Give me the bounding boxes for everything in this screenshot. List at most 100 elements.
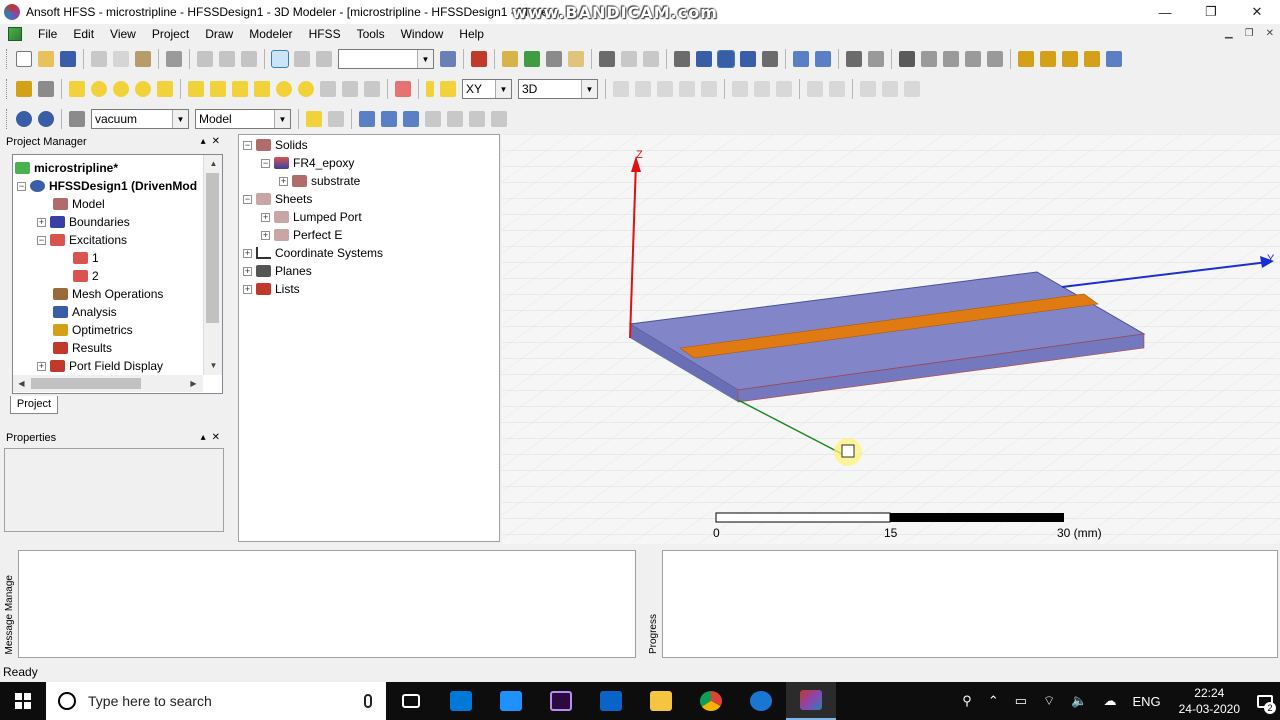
- message-manager-tab[interactable]: Message Manage: [2, 550, 18, 658]
- clock[interactable]: 22:24 24-03-2020: [1179, 685, 1240, 717]
- duplicate-icon[interactable]: [754, 81, 770, 97]
- object-cs-icon[interactable]: [904, 81, 920, 97]
- subtract-icon[interactable]: [635, 81, 651, 97]
- project-manager-controls[interactable]: ▴✕: [201, 134, 226, 150]
- minimize-button[interactable]: —: [1142, 0, 1188, 24]
- expand-icon[interactable]: +: [243, 248, 252, 258]
- show-icon[interactable]: [921, 51, 937, 67]
- helix-icon[interactable]: [320, 81, 336, 97]
- new-file-icon[interactable]: [16, 51, 32, 67]
- zoom-in-icon[interactable]: [793, 51, 809, 67]
- taskbar-chrome[interactable]: [686, 682, 736, 720]
- draw-arc-icon[interactable]: [1062, 51, 1078, 67]
- cylinder-icon[interactable]: [210, 81, 226, 97]
- show-hidden-icons-chevron-icon[interactable]: ⌃: [988, 693, 999, 709]
- taskbar-search-box[interactable]: Type here to search: [46, 682, 386, 720]
- project-tree-horizontal-scrollbar[interactable]: ◀ ▶: [13, 375, 203, 392]
- restore-button[interactable]: ❐: [1188, 0, 1234, 24]
- task-view-button[interactable]: [386, 682, 436, 720]
- collapse-icon[interactable]: −: [37, 235, 46, 245]
- material-dropdown[interactable]: vacuum ▼: [91, 109, 189, 129]
- copy-image-icon[interactable]: [643, 51, 659, 67]
- volume-icon[interactable]: 🔈: [1071, 693, 1087, 709]
- record-icon[interactable]: [471, 51, 487, 67]
- expand-icon[interactable]: +: [261, 230, 270, 240]
- delete-icon[interactable]: [197, 51, 213, 67]
- cone-icon[interactable]: [254, 81, 270, 97]
- redo-icon[interactable]: [241, 51, 257, 67]
- zoom-icon[interactable]: [762, 51, 778, 67]
- tree-item-analysis[interactable]: Analysis: [53, 303, 117, 321]
- scroll-thumb[interactable]: [206, 173, 219, 323]
- expand-icon[interactable]: +: [243, 284, 252, 294]
- collapse-icon[interactable]: −: [243, 194, 252, 204]
- torus-icon[interactable]: [298, 81, 314, 97]
- plot-icon[interactable]: [621, 51, 637, 67]
- point-icon[interactable]: [426, 81, 434, 97]
- zoom-out-icon[interactable]: [815, 51, 831, 67]
- near-field-icon[interactable]: [491, 111, 507, 127]
- taskbar-premiere[interactable]: [536, 682, 586, 720]
- thicken-icon[interactable]: [829, 81, 845, 97]
- mdi-restore-icon[interactable]: ❐: [1245, 24, 1254, 44]
- material-icon[interactable]: [69, 111, 85, 127]
- mesh-plot-icon[interactable]: [381, 111, 397, 127]
- paste-icon[interactable]: [135, 51, 151, 67]
- tree-item-port-1[interactable]: 1: [73, 249, 99, 267]
- 3d-modeler-viewport[interactable]: Z Y 0 15 30 (mm): [502, 134, 1280, 544]
- taskbar-edge[interactable]: [736, 682, 786, 720]
- measure-icon[interactable]: [440, 51, 456, 67]
- scroll-up-icon[interactable]: ▲: [205, 157, 222, 171]
- microphone-icon[interactable]: [364, 694, 372, 708]
- orbit-icon[interactable]: [717, 50, 735, 68]
- pan-hand-icon[interactable]: [674, 51, 690, 67]
- modeler-settings-icon[interactable]: [16, 81, 32, 97]
- collapse-icon[interactable]: −: [261, 158, 270, 168]
- rectangle-icon[interactable]: [69, 81, 85, 97]
- open-folder-icon[interactable]: [38, 51, 54, 67]
- relative-cs-icon[interactable]: [860, 81, 876, 97]
- taskbar-outlook[interactable]: [586, 682, 636, 720]
- face-icon[interactable]: [157, 81, 173, 97]
- tree-item-results[interactable]: Results: [53, 339, 112, 357]
- taskbar-hfss[interactable]: [786, 682, 836, 720]
- scroll-thumb[interactable]: [31, 378, 141, 389]
- hide-all-icon[interactable]: [987, 51, 1003, 67]
- network-icon[interactable]: ⌔: [1043, 693, 1055, 709]
- model-tree-item-lumped-port[interactable]: + Lumped Port: [261, 208, 362, 226]
- animate-icon[interactable]: [425, 111, 441, 127]
- mdi-minimize-icon[interactable]: ▁: [1225, 24, 1233, 44]
- collapse-icon[interactable]: −: [17, 181, 26, 191]
- menu-help[interactable]: Help: [451, 24, 492, 44]
- fit-all-icon[interactable]: [846, 51, 862, 67]
- analyze-icon[interactable]: [524, 51, 540, 67]
- circle-icon[interactable]: [91, 81, 107, 97]
- select-face-icon[interactable]: [306, 111, 322, 127]
- intersect-icon[interactable]: [657, 81, 673, 97]
- start-button[interactable]: [0, 682, 46, 720]
- sphere-icon[interactable]: [276, 81, 292, 97]
- print-icon[interactable]: [166, 51, 182, 67]
- regular-polyhedron-icon[interactable]: [232, 81, 248, 97]
- close-button[interactable]: ✕: [1234, 0, 1280, 24]
- select-object-icon[interactable]: [271, 50, 289, 68]
- menu-file[interactable]: File: [30, 24, 65, 44]
- menu-project[interactable]: Project: [144, 24, 197, 44]
- far-field-icon[interactable]: [469, 111, 485, 127]
- mirror-icon[interactable]: [732, 81, 748, 97]
- model-tree-item-perfect-e[interactable]: + Perfect E: [261, 226, 342, 244]
- model-tree-item-sheets[interactable]: − Sheets: [243, 190, 312, 208]
- menu-edit[interactable]: Edit: [65, 24, 102, 44]
- mesh-grid-icon[interactable]: [359, 111, 375, 127]
- expand-icon[interactable]: +: [243, 266, 252, 276]
- rotate-view-icon[interactable]: [696, 51, 712, 67]
- taskbar-store[interactable]: [436, 682, 486, 720]
- movement-mode-dropdown[interactable]: 3D ▼: [518, 79, 598, 99]
- document-icon[interactable]: [8, 27, 22, 41]
- expand-icon[interactable]: +: [261, 212, 270, 222]
- visibility-icon[interactable]: [899, 51, 915, 67]
- move-icon[interactable]: [294, 51, 310, 67]
- box-icon[interactable]: [188, 81, 204, 97]
- menu-hfss[interactable]: HFSS: [301, 24, 349, 44]
- model-type-dropdown[interactable]: Model ▼: [195, 109, 291, 129]
